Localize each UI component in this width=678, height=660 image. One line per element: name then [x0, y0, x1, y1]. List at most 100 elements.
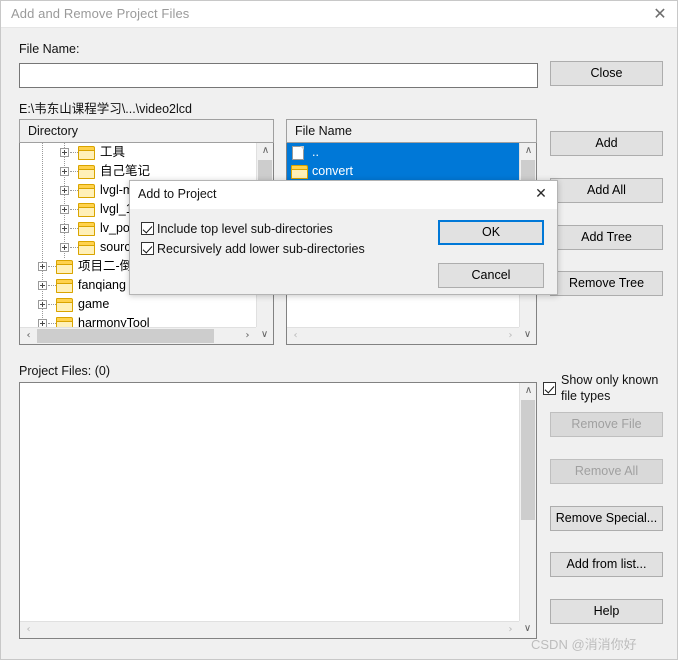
close-button[interactable]: Close — [550, 61, 663, 86]
directory-horizontal-scrollbar[interactable]: ‹ › — [20, 327, 256, 344]
watermark: CSDN @消消你好 — [531, 637, 637, 652]
tree-item[interactable]: 工具 — [20, 143, 256, 162]
expand-icon[interactable] — [60, 148, 69, 157]
list-item-label: convert — [312, 164, 353, 178]
folder-icon — [78, 222, 95, 236]
tree-item-label: 自己笔记 — [100, 164, 151, 178]
tree-item-label: fanqiang — [78, 278, 126, 292]
show-only-known-file-types-label-line2: file types — [561, 389, 611, 403]
include-top-level-subdirectories-checkbox[interactable] — [141, 222, 154, 235]
scroll-up-icon[interactable]: ∧ — [520, 143, 536, 160]
expand-icon[interactable] — [60, 205, 69, 214]
show-only-known-file-types-checkbox[interactable] — [543, 382, 556, 395]
tree-connector — [48, 304, 56, 306]
file-name-label: File Name: — [19, 42, 80, 56]
scroll-left-icon[interactable]: ‹ — [20, 328, 37, 344]
recursively-add-lower-subdirectories-checkbox[interactable] — [141, 242, 154, 255]
expand-icon[interactable] — [60, 224, 69, 233]
expand-icon[interactable] — [38, 281, 47, 290]
project-files-horizontal-scrollbar[interactable]: ‹ › — [20, 621, 519, 638]
file-name-input[interactable] — [19, 63, 538, 88]
tree-item-label: harmonyTool — [78, 316, 150, 327]
project-files-vertical-scrollbar[interactable]: ∧ — [519, 383, 536, 621]
list-item[interactable]: .. — [287, 143, 519, 162]
project-files-label: Project Files: (0) — [19, 364, 110, 378]
folder-icon — [56, 279, 73, 293]
list-item[interactable]: convert — [287, 162, 519, 181]
expand-icon[interactable] — [38, 262, 47, 271]
show-only-known-file-types-label-line1: Show only known — [561, 373, 659, 387]
recursively-add-lower-subdirectories-label: Recursively add lower sub-directories — [157, 242, 365, 256]
tree-item-label: 工具 — [100, 145, 126, 159]
include-top-level-subdirectories-label: Include top level sub-directories — [157, 222, 333, 236]
folder-icon — [78, 241, 95, 255]
dialog-close-icon[interactable]: ✕ — [531, 185, 551, 204]
folder-icon — [78, 203, 95, 217]
close-icon[interactable]: ✕ — [649, 4, 671, 24]
tree-connector — [70, 171, 78, 173]
tree-item[interactable]: harmonyTool — [20, 314, 256, 327]
scroll-down-icon[interactable]: ∨ — [519, 327, 536, 344]
dialog-title: Add to Project — [138, 187, 217, 201]
tree-connector — [70, 152, 78, 154]
folder-icon — [56, 298, 73, 312]
remove-file-button[interactable]: Remove File — [550, 412, 663, 437]
folder-icon — [56, 317, 73, 327]
scroll-up-icon[interactable]: ∧ — [257, 143, 273, 160]
window-client-area: File Name: E:\韦东山课程学习\...\video2lcd Dire… — [2, 28, 677, 659]
scroll-down-icon[interactable]: ∨ — [256, 327, 273, 344]
folder-icon — [56, 260, 73, 274]
add-all-button[interactable]: Add All — [550, 178, 663, 203]
scroll-left-icon[interactable]: ‹ — [287, 328, 304, 344]
dialog-titlebar: Add to Project ✕ — [130, 181, 557, 209]
project-files-list-container[interactable]: ∧ ‹ › ∨ — [19, 382, 537, 639]
tree-connector — [48, 323, 56, 325]
dialog-ok-button[interactable]: OK — [438, 220, 544, 245]
scroll-right-icon[interactable]: › — [502, 622, 519, 638]
folder-icon — [78, 146, 95, 160]
tree-connector — [70, 190, 78, 192]
file-name-panel-header: File Name — [286, 119, 537, 143]
tree-connector — [48, 266, 56, 268]
help-button[interactable]: Help — [550, 599, 663, 624]
expand-icon[interactable] — [38, 300, 47, 309]
tree-item-label: 项目二-倒 — [78, 259, 133, 273]
directory-panel-header: Directory — [19, 119, 274, 143]
dialog-cancel-button[interactable]: Cancel — [438, 263, 544, 288]
expand-icon[interactable] — [38, 319, 47, 327]
scroll-right-icon[interactable]: › — [502, 328, 519, 344]
list-item-label: .. — [312, 145, 319, 159]
window-titlebar: Add and Remove Project Files ✕ — [1, 1, 677, 28]
scroll-up-icon[interactable]: ∧ — [520, 383, 536, 400]
add-from-list-button[interactable]: Add from list... — [550, 552, 663, 577]
remove-all-button[interactable]: Remove All — [550, 459, 663, 484]
current-path-label: E:\韦东山课程学习\...\video2lcd — [19, 102, 192, 116]
scroll-corner: ∨ — [519, 327, 536, 344]
folder-icon — [78, 165, 95, 179]
scroll-right-icon[interactable]: › — [239, 328, 256, 344]
tree-item[interactable]: game — [20, 295, 256, 314]
window-title: Add and Remove Project Files — [11, 6, 190, 21]
remove-special-button[interactable]: Remove Special... — [550, 506, 663, 531]
scroll-corner: ∨ — [256, 327, 273, 344]
expand-icon[interactable] — [60, 186, 69, 195]
folder-icon — [291, 165, 308, 179]
tree-item[interactable]: 自己笔记 — [20, 162, 256, 181]
expand-icon[interactable] — [60, 243, 69, 252]
add-to-project-dialog: Add to Project ✕ Include top level sub-d… — [129, 180, 558, 295]
tree-connector — [70, 247, 78, 249]
directory-hscroll-thumb[interactable] — [37, 329, 214, 343]
add-button[interactable]: Add — [550, 131, 663, 156]
folder-icon — [78, 184, 95, 198]
tree-item-label: game — [78, 297, 110, 311]
remove-tree-button[interactable]: Remove Tree — [550, 271, 663, 296]
file-list-horizontal-scrollbar[interactable]: ‹ › — [287, 327, 519, 344]
scroll-left-icon[interactable]: ‹ — [20, 622, 37, 638]
document-icon — [291, 146, 307, 160]
project-files-list[interactable] — [20, 383, 519, 621]
project-files-vscroll-thumb[interactable] — [521, 400, 535, 520]
expand-icon[interactable] — [60, 167, 69, 176]
add-tree-button[interactable]: Add Tree — [550, 225, 663, 250]
tree-connector — [70, 228, 78, 230]
add-remove-project-files-window: Add and Remove Project Files ✕ File Name… — [0, 0, 678, 660]
